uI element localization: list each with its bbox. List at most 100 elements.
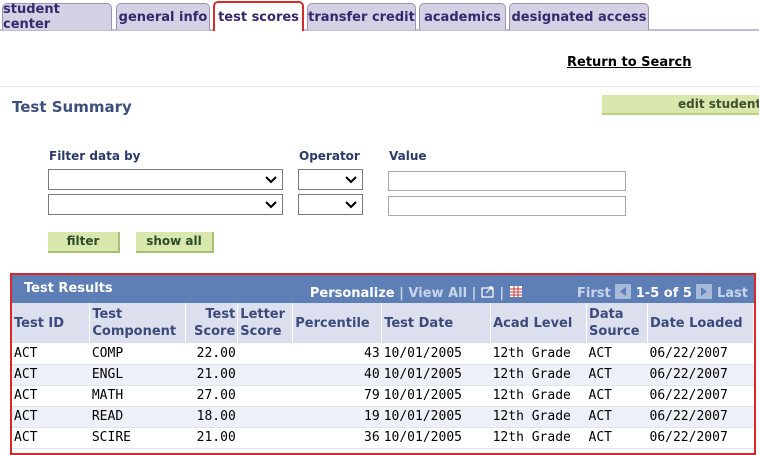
test-id-cell: ACT: [12, 364, 90, 386]
table-row: ACT MATH 27.00 79 10/01/2005 12th Grade …: [12, 385, 754, 407]
test-date-cell: 10/01/2005: [381, 364, 491, 386]
download-grid-icon[interactable]: [509, 285, 523, 302]
data-source-cell: ACT: [586, 385, 648, 407]
tab-student-center[interactable]: student center: [2, 2, 112, 32]
component-cell: READ: [89, 406, 186, 428]
acad-level-cell: 12th Grade: [490, 385, 587, 407]
letter-score-cell: [237, 364, 293, 386]
table-row: ACT ENGL 21.00 40 10/01/2005 12th Grade …: [12, 364, 754, 386]
test-id-cell: ACT: [12, 385, 90, 407]
operator-select-1[interactable]: [298, 169, 363, 190]
test-date-cell: 10/01/2005: [381, 385, 491, 407]
tab-test-scores[interactable]: test scores: [213, 1, 304, 31]
previous-arrow-icon[interactable]: [615, 284, 632, 303]
personalize-link[interactable]: Personalize: [310, 286, 395, 301]
data-source-cell: ACT: [586, 427, 648, 449]
column-header[interactable]: Test Date: [381, 303, 492, 343]
test-id-cell: ACT: [12, 427, 90, 449]
component-cell: COMP: [89, 343, 186, 365]
chevron-down-icon: [345, 201, 357, 209]
data-source-cell: ACT: [586, 343, 648, 365]
filter-field-select-1[interactable]: [48, 169, 283, 190]
separator: |: [399, 286, 404, 301]
date-loaded-cell: 06/22/2007: [647, 406, 754, 428]
operator-label: Operator: [299, 149, 360, 163]
column-header[interactable]: Test Component: [89, 303, 187, 343]
test-date-cell: 10/01/2005: [381, 427, 491, 449]
test-date-cell: 10/01/2005: [381, 406, 491, 428]
letter-score-cell: [237, 343, 293, 365]
percentile-cell: 43: [292, 343, 382, 365]
grid-title: Test Results: [24, 281, 113, 296]
column-header[interactable]: Data Source: [586, 303, 648, 343]
tab-designated-access[interactable]: designated access: [509, 3, 649, 30]
tab-academics[interactable]: academics: [419, 3, 506, 30]
score-cell: 27.00: [185, 385, 238, 407]
table-row: ACT COMP 22.00 43 10/01/2005 12th Grade …: [12, 343, 754, 365]
grid-toolbar: Personalize | View All | | First 1-5 of …: [310, 284, 748, 303]
operator-select-2[interactable]: [298, 194, 363, 215]
date-loaded-cell: 06/22/2007: [647, 427, 754, 449]
percentile-cell: 36: [292, 427, 382, 449]
chevron-down-icon: [265, 176, 277, 184]
score-cell: 22.00: [185, 343, 238, 365]
column-header[interactable]: Test Score: [185, 303, 239, 343]
column-header[interactable]: Test ID: [12, 303, 91, 343]
view-all-link[interactable]: View All: [408, 286, 467, 301]
score-cell: 21.00: [185, 364, 238, 386]
edit-student-button[interactable]: edit student: [602, 95, 759, 115]
score-cell: 21.00: [185, 427, 238, 449]
component-cell: MATH: [89, 385, 186, 407]
filter-by-label: Filter data by: [49, 149, 141, 163]
chevron-down-icon: [265, 201, 277, 209]
table-row: ACT SCIRE 21.00 36 10/01/2005 12th Grade…: [12, 427, 754, 449]
return-to-search-link[interactable]: Return to Search: [567, 55, 691, 70]
date-loaded-cell: 06/22/2007: [647, 385, 754, 407]
test-id-cell: ACT: [12, 406, 90, 428]
page-title: Test Summary: [12, 98, 132, 116]
show-all-button[interactable]: show all: [136, 232, 214, 253]
test-id-cell: ACT: [12, 343, 90, 365]
row-range-indicator: 1-5 of 5: [635, 286, 692, 301]
first-link[interactable]: First: [577, 286, 611, 301]
score-cell: 18.00: [185, 406, 238, 428]
percentile-cell: 40: [292, 364, 382, 386]
filter-field-select-2[interactable]: [48, 194, 283, 215]
column-header[interactable]: Date Loaded: [647, 303, 754, 343]
results-table: Test ID Test Component Test Score Letter Sc…: [12, 303, 754, 449]
date-loaded-cell: 06/22/2007: [647, 364, 754, 386]
data-source-cell: ACT: [586, 406, 648, 428]
tab-bar: student center general info test scores …: [0, 0, 759, 32]
letter-score-cell: [237, 427, 293, 449]
acad-level-cell: 12th Grade: [490, 427, 587, 449]
section-divider: [0, 86, 759, 87]
tab-transfer-credit[interactable]: transfer credit: [307, 3, 416, 30]
test-results-grid: Test Results Personalize | View All | | …: [10, 273, 756, 455]
date-loaded-cell: 06/22/2007: [647, 343, 754, 365]
tab-general-info[interactable]: general info: [116, 3, 210, 30]
column-header[interactable]: Letter Score: [237, 303, 294, 343]
column-header[interactable]: Percentile: [292, 303, 383, 343]
component-cell: ENGL: [89, 364, 186, 386]
letter-score-cell: [237, 406, 293, 428]
filter-button[interactable]: filter: [48, 232, 120, 253]
last-link[interactable]: Last: [717, 286, 748, 301]
value-input-2[interactable]: [388, 196, 626, 216]
percentile-cell: 19: [292, 406, 382, 428]
percentile-cell: 79: [292, 385, 382, 407]
table-row: ACT READ 18.00 19 10/01/2005 12th Grade …: [12, 406, 754, 428]
component-cell: SCIRE: [89, 427, 186, 449]
test-date-cell: 10/01/2005: [381, 343, 491, 365]
next-arrow-icon[interactable]: [696, 284, 713, 303]
acad-level-cell: 12th Grade: [490, 406, 587, 428]
letter-score-cell: [237, 385, 293, 407]
value-label: Value: [389, 149, 427, 163]
separator: |: [499, 286, 505, 301]
data-source-cell: ACT: [586, 364, 648, 386]
column-header[interactable]: Acad Level: [490, 303, 588, 343]
acad-level-cell: 12th Grade: [490, 343, 587, 365]
acad-level-cell: 12th Grade: [490, 364, 587, 386]
new-window-icon[interactable]: [481, 285, 495, 302]
value-input-1[interactable]: [388, 171, 626, 191]
grid-header: Test Results Personalize | View All | | …: [12, 275, 754, 303]
